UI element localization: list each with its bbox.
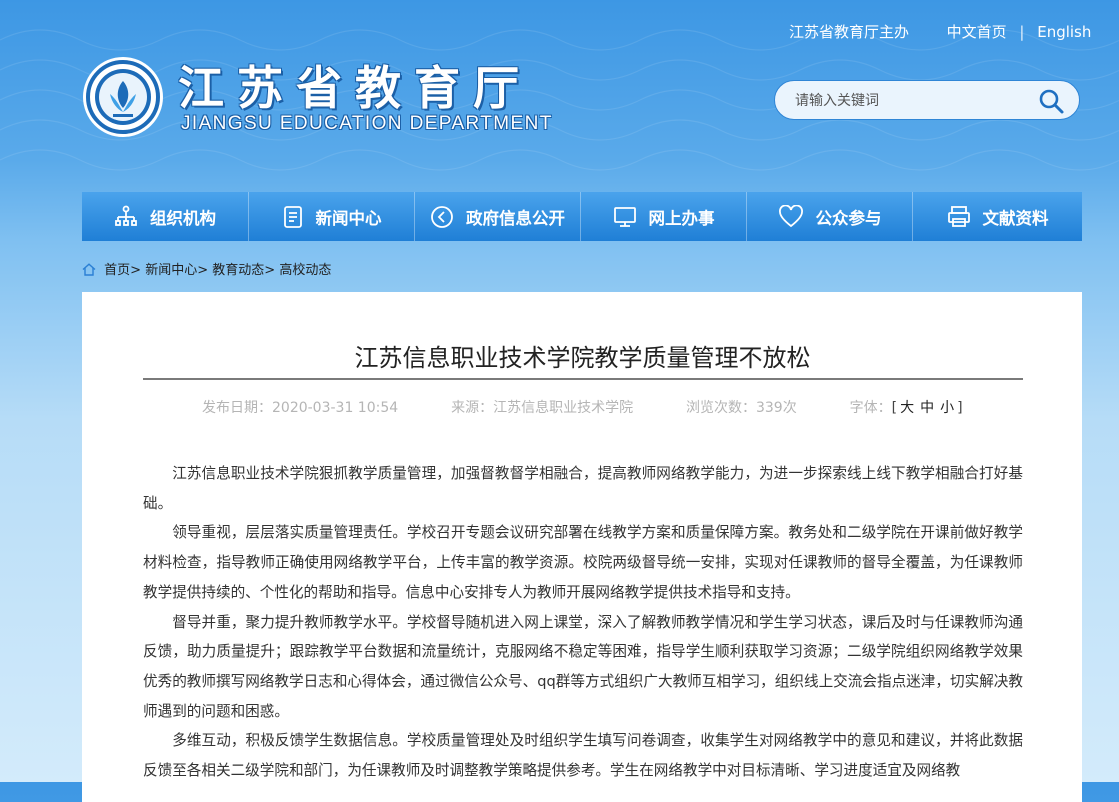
font-size-medium[interactable]: 中 [920, 400, 934, 416]
font-size-small[interactable]: 小 [940, 400, 954, 416]
nav-item-org[interactable]: 组织机构 [82, 192, 248, 241]
font-label: 字体： [849, 400, 892, 416]
heart-icon [778, 204, 803, 227]
nav-item-gov-info[interactable]: 政府信息公开 [414, 192, 580, 241]
article-body: 江苏信息职业技术学院狠抓教学质量管理，加强督教督学相融合，提高教师网络教学能力，… [143, 459, 1023, 786]
breadcrumb-item[interactable]: 教育动态 [212, 259, 264, 278]
main-nav: 组织机构 新闻中心 政府信息公开 网上办事 公众参与 文献资料 [82, 192, 1082, 241]
nav-label-org: 组织机构 [150, 208, 216, 228]
nav-label-news: 新闻中心 [315, 208, 382, 228]
site-name: 江苏省教育厅 [178, 62, 532, 114]
breadcrumb-sep: > [197, 263, 209, 278]
breadcrumb-sep: > [264, 263, 276, 278]
home-icon [82, 263, 96, 276]
search-icon[interactable] [1037, 87, 1065, 115]
publish-date: 2020-03-31 10:54 [272, 400, 399, 416]
article-source: 江苏信息职业技术学院 [493, 400, 634, 416]
site-name-en: JIANGSU EDUCATION DEPARTMENT [181, 113, 553, 134]
org-chart-icon [115, 205, 137, 226]
nav-label-public: 公众参与 [815, 208, 882, 228]
views-label: 浏览次数： [685, 400, 756, 416]
date-label: 发布日期： [202, 400, 272, 416]
article-paragraph: 督导并重，聚力提升教师教学水平。学校督导随机进入网上课堂，深入了解教师教学情况和… [143, 613, 1023, 720]
article-paragraph: 多维互动，积极反馈学生数据信息。学校质量管理处及时组织学生填写问卷调查，收集学生… [143, 732, 1023, 780]
nav-item-news[interactable]: 新闻中心 [248, 192, 414, 241]
top-links: 江苏省教育厅主办 中文首页 | English [789, 21, 1091, 42]
nav-item-docs[interactable]: 文献资料 [912, 192, 1082, 241]
font-size-switcher: [大中小] [891, 400, 963, 416]
host-label: 江苏省教育厅主办 [789, 23, 910, 41]
title-divider [143, 378, 1023, 380]
article-paragraph: 领导重视，层层落实质量管理责任。学校召开专题会议研究部署在线教学方案和质量保障方… [143, 524, 1023, 601]
home-cn-link[interactable]: 中文首页 [947, 21, 1007, 42]
breadcrumb-item[interactable]: 新闻中心 [145, 259, 197, 278]
article-paragraph: 江苏信息职业技术学院狠抓教学质量管理，加强督教督学相融合，提高教师网络教学能力，… [143, 465, 1023, 512]
nav-label-docs: 文献资料 [982, 208, 1049, 228]
nav-label-online: 网上办事 [648, 208, 715, 228]
english-link[interactable]: English [1037, 23, 1091, 41]
article-title: 江苏信息职业技术学院教学质量管理不放松 [354, 344, 811, 372]
document-icon [283, 205, 302, 228]
breadcrumb-sep: > [130, 263, 142, 278]
nav-item-online[interactable]: 网上办事 [580, 192, 746, 241]
nav-item-public[interactable]: 公众参与 [746, 192, 912, 241]
monitor-icon [613, 206, 636, 227]
font-size-large[interactable]: 大 [900, 400, 914, 416]
view-count: 339次 [755, 400, 797, 416]
source-label: 来源： [451, 400, 494, 416]
nav-label-gov-info: 政府信息公开 [466, 208, 565, 228]
speaker-icon [431, 205, 453, 228]
search-input[interactable] [793, 89, 1027, 113]
printer-icon [947, 205, 970, 227]
article-meta: 发布日期：2020-03-31 10:54 来源：江苏信息职业技术学院 浏览次数… [202, 397, 963, 417]
breadcrumb-item[interactable]: 高校动态 [279, 259, 331, 278]
top-link-separator: | [1019, 23, 1025, 41]
breadcrumb: 首页> 新闻中心> 教育动态> 高校动态 [82, 259, 331, 278]
department-logo[interactable] [82, 56, 164, 138]
breadcrumb-home[interactable]: 首页 [104, 259, 130, 278]
search-box [774, 80, 1080, 120]
